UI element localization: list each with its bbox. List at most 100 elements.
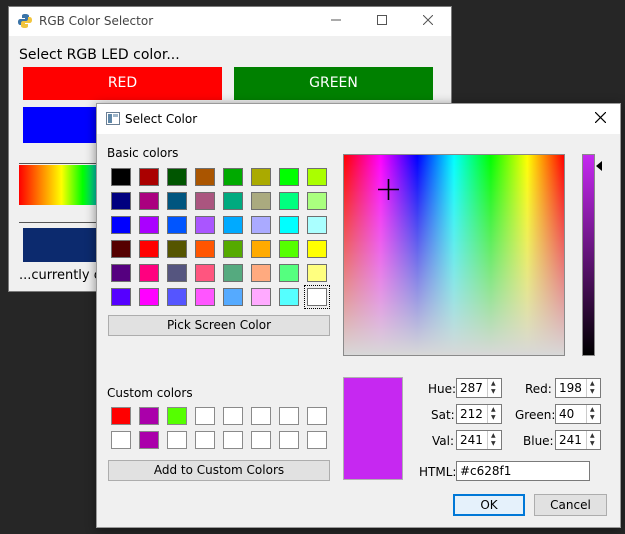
green-button[interactable]: GREEN xyxy=(234,67,433,100)
basic-color-swatch[interactable] xyxy=(279,168,299,186)
basic-color-swatch[interactable] xyxy=(304,285,330,309)
custom-color-swatch[interactable] xyxy=(195,431,215,449)
basic-color-swatch[interactable] xyxy=(139,288,159,306)
custom-color-swatch[interactable] xyxy=(111,431,131,449)
basic-color-swatch[interactable] xyxy=(139,192,159,210)
add-to-custom-colors-button[interactable]: Add to Custom Colors xyxy=(108,460,330,481)
pick-screen-color-button[interactable]: Pick Screen Color xyxy=(108,315,330,336)
basic-color-swatch[interactable] xyxy=(195,264,215,282)
basic-color-swatch[interactable] xyxy=(167,240,187,258)
maximize-button[interactable] xyxy=(359,7,405,36)
custom-color-swatch[interactable] xyxy=(167,407,187,425)
basic-color-swatch[interactable] xyxy=(307,192,327,210)
spin-down-icon[interactable]: ▼ xyxy=(590,440,595,447)
basic-color-swatch[interactable] xyxy=(195,168,215,186)
value-slider[interactable] xyxy=(582,154,595,356)
red-label: Red: xyxy=(525,382,552,396)
basic-color-swatch[interactable] xyxy=(251,168,271,186)
basic-color-swatch[interactable] xyxy=(279,288,299,306)
custom-color-swatch[interactable] xyxy=(279,407,299,425)
basic-color-swatch[interactable] xyxy=(139,168,159,186)
basic-color-swatch[interactable] xyxy=(111,168,131,186)
basic-color-swatch[interactable] xyxy=(111,192,131,210)
dialog-close-button[interactable] xyxy=(580,104,620,133)
ok-button[interactable]: OK xyxy=(453,494,525,516)
red-spinbox[interactable]: 198 ▲ ▼ xyxy=(555,378,601,398)
basic-color-swatch[interactable] xyxy=(167,216,187,234)
spin-up-icon[interactable]: ▲ xyxy=(590,432,595,439)
separator-line xyxy=(19,163,104,164)
spin-down-icon[interactable]: ▼ xyxy=(491,414,496,421)
basic-color-swatch[interactable] xyxy=(139,264,159,282)
spin-up-icon[interactable]: ▲ xyxy=(491,380,496,387)
custom-color-swatch[interactable] xyxy=(167,431,187,449)
hue-gradient-bar[interactable] xyxy=(19,165,104,205)
basic-color-swatch[interactable] xyxy=(195,216,215,234)
basic-color-swatch[interactable] xyxy=(195,288,215,306)
basic-color-swatch[interactable] xyxy=(139,216,159,234)
basic-color-swatch[interactable] xyxy=(307,240,327,258)
minimize-button[interactable] xyxy=(313,7,359,36)
basic-color-swatch[interactable] xyxy=(307,264,327,282)
green-spinbox[interactable]: 40 ▲ ▼ xyxy=(555,404,601,424)
val-spinbox[interactable]: 241 ▲ ▼ xyxy=(456,430,502,450)
basic-color-swatch[interactable] xyxy=(307,168,327,186)
basic-color-swatch[interactable] xyxy=(251,240,271,258)
custom-color-swatch[interactable] xyxy=(251,431,271,449)
basic-color-swatch[interactable] xyxy=(223,264,243,282)
red-button[interactable]: RED xyxy=(23,67,222,100)
blue-button[interactable] xyxy=(23,107,103,143)
blue-spinbox[interactable]: 241 ▲ ▼ xyxy=(555,430,601,450)
hue-spinbox[interactable]: 287 ▲ ▼ xyxy=(456,378,502,398)
basic-color-swatch[interactable] xyxy=(223,192,243,210)
basic-color-swatch[interactable] xyxy=(251,216,271,234)
basic-color-swatch[interactable] xyxy=(223,288,243,306)
spin-down-icon[interactable]: ▼ xyxy=(491,440,496,447)
basic-color-swatch[interactable] xyxy=(167,168,187,186)
spin-up-icon[interactable]: ▲ xyxy=(491,432,496,439)
cancel-button[interactable]: Cancel xyxy=(534,494,607,516)
basic-color-swatch[interactable] xyxy=(167,288,187,306)
basic-color-swatch[interactable] xyxy=(307,216,327,234)
hue-saturation-picker[interactable] xyxy=(343,154,565,356)
custom-color-swatch[interactable] xyxy=(223,431,243,449)
slider-arrow-icon[interactable] xyxy=(596,161,602,171)
basic-color-swatch[interactable] xyxy=(223,168,243,186)
custom-color-swatch[interactable] xyxy=(251,407,271,425)
spin-down-icon[interactable]: ▼ xyxy=(590,388,595,395)
basic-color-swatch[interactable] xyxy=(251,192,271,210)
basic-color-swatch[interactable] xyxy=(279,192,299,210)
basic-color-swatch[interactable] xyxy=(111,288,131,306)
basic-color-swatch[interactable] xyxy=(279,264,299,282)
basic-color-swatch[interactable] xyxy=(251,264,271,282)
html-color-input[interactable]: #c628f1 xyxy=(456,461,590,481)
custom-color-swatch[interactable] xyxy=(223,407,243,425)
basic-color-swatch[interactable] xyxy=(251,288,271,306)
custom-color-swatch[interactable] xyxy=(279,431,299,449)
basic-color-swatch[interactable] xyxy=(111,216,131,234)
spin-down-icon[interactable]: ▼ xyxy=(590,414,595,421)
spin-up-icon[interactable]: ▲ xyxy=(491,406,496,413)
basic-color-swatch[interactable] xyxy=(279,240,299,258)
basic-color-swatch[interactable] xyxy=(279,216,299,234)
custom-color-swatch[interactable] xyxy=(195,407,215,425)
sat-spinbox[interactable]: 212 ▲ ▼ xyxy=(456,404,502,424)
basic-color-swatch[interactable] xyxy=(139,240,159,258)
custom-color-swatch[interactable] xyxy=(307,431,327,449)
close-button[interactable] xyxy=(405,7,451,36)
basic-color-swatch[interactable] xyxy=(223,216,243,234)
basic-color-swatch[interactable] xyxy=(111,264,131,282)
basic-color-swatch[interactable] xyxy=(111,240,131,258)
basic-color-swatch[interactable] xyxy=(223,240,243,258)
basic-color-swatch[interactable] xyxy=(195,240,215,258)
basic-color-swatch[interactable] xyxy=(167,264,187,282)
basic-color-swatch[interactable] xyxy=(167,192,187,210)
basic-color-swatch[interactable] xyxy=(195,192,215,210)
custom-color-swatch[interactable] xyxy=(111,407,131,425)
spin-up-icon[interactable]: ▲ xyxy=(590,406,595,413)
spin-up-icon[interactable]: ▲ xyxy=(590,380,595,387)
spin-down-icon[interactable]: ▼ xyxy=(491,388,496,395)
custom-color-swatch[interactable] xyxy=(139,407,159,425)
custom-color-swatch[interactable] xyxy=(139,431,159,449)
custom-color-swatch[interactable] xyxy=(307,407,327,425)
